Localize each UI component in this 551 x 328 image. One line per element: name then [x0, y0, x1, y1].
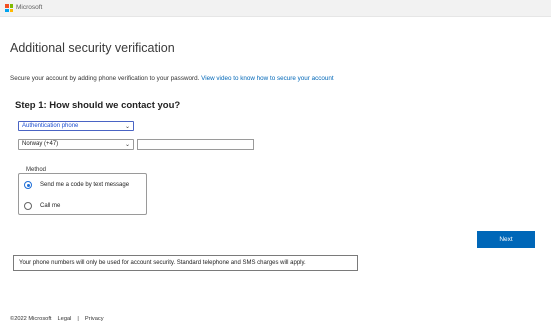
- country-code-select[interactable]: Norway (+47) ⌄: [18, 139, 134, 150]
- contact-method-select[interactable]: Authentication phone ⌄: [18, 121, 134, 131]
- radio-option-call-me[interactable]: Call me: [24, 202, 60, 210]
- microsoft-logo-icon: [5, 4, 13, 12]
- footer-privacy-link[interactable]: Privacy: [85, 316, 104, 322]
- method-legend: Method: [24, 167, 49, 173]
- step1-heading: Step 1: How should we contact you?: [15, 100, 181, 111]
- privacy-notice: Your phone numbers will only be used for…: [13, 255, 358, 271]
- phone-number-input[interactable]: [137, 139, 254, 150]
- next-button[interactable]: Next: [477, 231, 535, 248]
- top-header-bar: Microsoft: [0, 0, 551, 17]
- radio-option-text-message[interactable]: Send me a code by text message: [24, 181, 129, 189]
- radio-button-checked[interactable]: [24, 181, 32, 189]
- chevron-down-icon: ⌄: [124, 124, 130, 130]
- radio-button-unchecked[interactable]: [24, 202, 32, 210]
- intro-text: Secure your account by adding phone veri…: [10, 75, 334, 82]
- footer: ©2022 Microsoft Legal | Privacy: [10, 316, 104, 322]
- footer-copyright: ©2022 Microsoft: [10, 316, 52, 322]
- brand-name: Microsoft: [16, 4, 43, 11]
- video-help-link[interactable]: View video to know how to secure your ac…: [201, 75, 334, 82]
- page-title: Additional security verification: [10, 41, 175, 55]
- intro-description: Secure your account by adding phone veri…: [10, 75, 200, 82]
- radio-label-call-me: Call me: [40, 203, 61, 209]
- radio-label-text-message: Send me a code by text message: [40, 182, 130, 188]
- footer-separator: |: [77, 316, 79, 322]
- contact-method-value: Authentication phone: [22, 123, 79, 129]
- footer-legal-link[interactable]: Legal: [58, 316, 72, 322]
- country-code-value: Norway (+47): [22, 141, 59, 147]
- chevron-down-icon: ⌄: [124, 142, 130, 148]
